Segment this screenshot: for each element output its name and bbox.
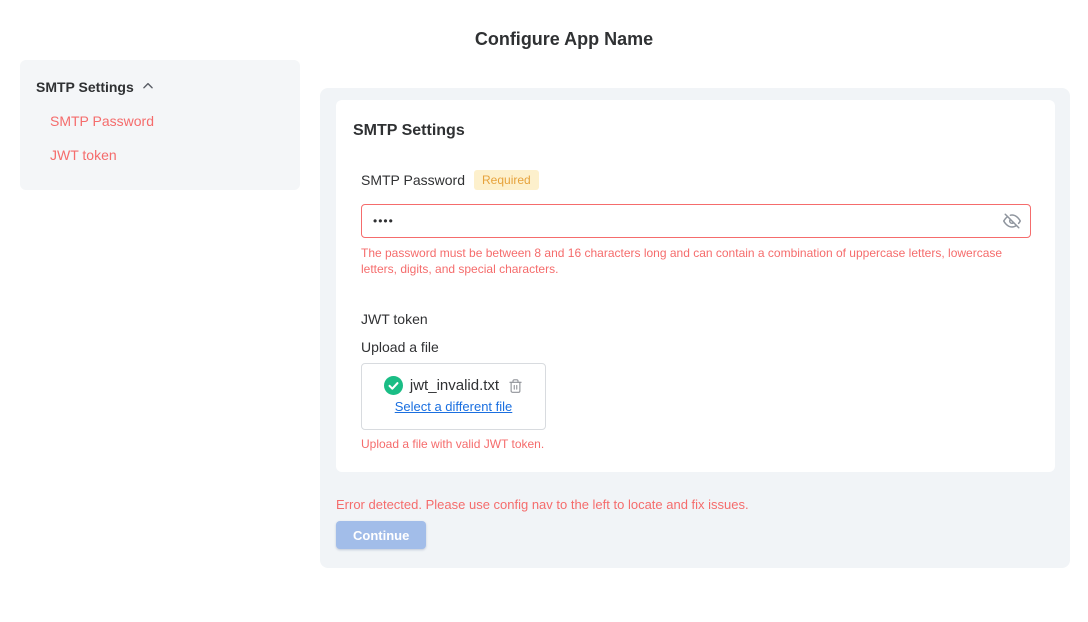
page-title: Configure App Name bbox=[40, 29, 1088, 50]
select-different-file-link[interactable]: Select a different file bbox=[395, 399, 513, 414]
sidebar-section-smtp-settings[interactable]: SMTP Settings bbox=[20, 60, 300, 96]
sidebar-item-smtp-password[interactable]: SMTP Password bbox=[50, 113, 300, 130]
config-panel: SMTP Settings SMTP Password Required The… bbox=[320, 88, 1070, 568]
sidebar-section-label: SMTP Settings bbox=[36, 79, 134, 95]
config-nav-sidebar: SMTP Settings SMTP Password JWT token bbox=[20, 60, 300, 190]
uploaded-file-row: jwt_invalid.txt bbox=[384, 376, 523, 395]
panel-error-message: Error detected. Please use config nav to… bbox=[336, 497, 749, 512]
eye-off-icon[interactable] bbox=[1003, 212, 1021, 230]
smtp-password-label-row: SMTP Password Required bbox=[361, 170, 539, 190]
smtp-settings-card: SMTP Settings SMTP Password Required The… bbox=[336, 100, 1055, 472]
continue-button[interactable]: Continue bbox=[336, 521, 426, 549]
card-heading: SMTP Settings bbox=[353, 122, 465, 140]
chevron-up-icon[interactable] bbox=[141, 78, 155, 96]
file-upload-box: jwt_invalid.txt Select a different file bbox=[361, 363, 546, 430]
trash-icon[interactable] bbox=[508, 378, 523, 394]
smtp-password-input[interactable] bbox=[361, 204, 1031, 238]
jwt-upload-error: Upload a file with valid JWT token. bbox=[361, 436, 544, 452]
upload-file-label: Upload a file bbox=[361, 339, 439, 355]
smtp-password-field-wrap bbox=[361, 204, 1031, 238]
jwt-token-label: JWT token bbox=[361, 311, 428, 327]
check-circle-icon bbox=[384, 376, 403, 395]
smtp-password-error: The password must be between 8 and 16 ch… bbox=[361, 245, 1013, 277]
sidebar-item-jwt-token[interactable]: JWT token bbox=[50, 147, 300, 164]
uploaded-file-name: jwt_invalid.txt bbox=[410, 377, 499, 394]
required-badge: Required bbox=[474, 170, 539, 190]
smtp-password-label: SMTP Password bbox=[361, 172, 465, 188]
